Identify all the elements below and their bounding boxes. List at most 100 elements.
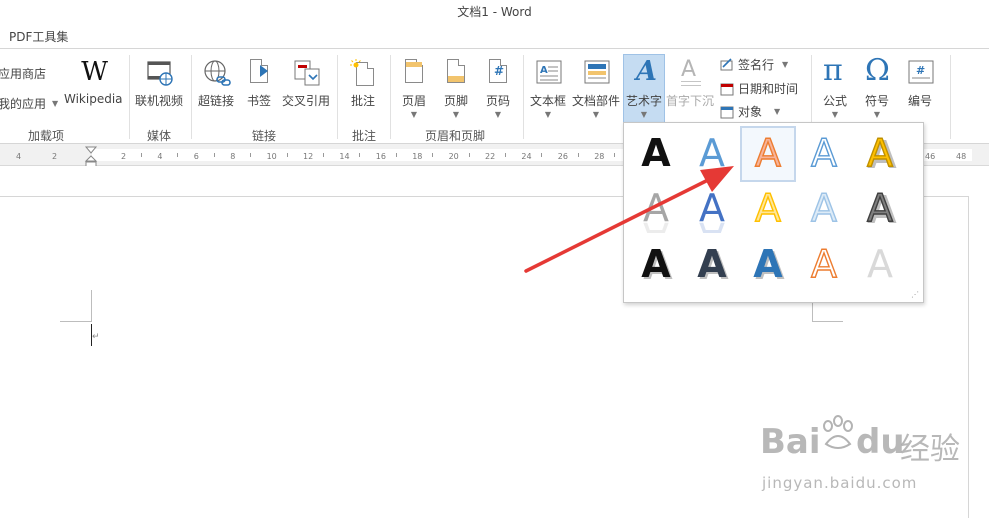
wordart-letter-icon: AA bbox=[641, 242, 673, 288]
wordart-letter-icon: A bbox=[810, 241, 837, 286]
bookmark-label: 书签 bbox=[246, 94, 271, 108]
ruler-tick-mark bbox=[323, 153, 324, 157]
online-video-button[interactable]: 联机视频 bbox=[135, 55, 183, 109]
wordart-letter-icon: A bbox=[810, 185, 837, 230]
ruler-tick-label: 26 bbox=[557, 152, 568, 161]
group-separator bbox=[950, 55, 951, 139]
hyperlink-button[interactable]: 超链接 bbox=[198, 55, 234, 109]
symbol-button[interactable]: Ω 符号 ▼ bbox=[864, 53, 890, 119]
chevron-down-icon: ▼ bbox=[52, 99, 59, 108]
ruler-tick-mark bbox=[577, 153, 579, 157]
footer-button[interactable]: 页脚 ▼ bbox=[443, 55, 469, 119]
wordart-style-option[interactable]: A bbox=[852, 237, 908, 293]
equation-button[interactable]: π 公式 ▼ bbox=[822, 53, 848, 119]
wordart-letter-icon: AA bbox=[643, 186, 669, 233]
tab-pdf-tools[interactable]: PDF工具集 bbox=[9, 28, 68, 45]
margin-corner-mark bbox=[91, 290, 92, 322]
wikipedia-button[interactable]: W Wikipedia bbox=[64, 55, 123, 106]
ruler-tick-mark bbox=[432, 153, 434, 157]
bookmark-button[interactable]: 书签 bbox=[246, 55, 272, 109]
cross-reference-icon bbox=[293, 59, 320, 87]
svg-text:A: A bbox=[540, 65, 548, 76]
cross-reference-button[interactable]: 交叉引用 bbox=[282, 55, 330, 109]
hyperlink-label: 超链接 bbox=[198, 94, 235, 108]
wordart-letter-icon: A bbox=[641, 131, 671, 175]
group-separator bbox=[191, 55, 192, 139]
chevron-down-icon: ▼ bbox=[640, 110, 648, 119]
wordart-gallery: ⋰ AAAAAAAAAAAAAAAAAAAAAA bbox=[623, 122, 924, 303]
drop-cap-label: 首字下沉 bbox=[666, 94, 715, 108]
footer-icon bbox=[443, 59, 469, 87]
my-apps-button[interactable]: 我的应用 ▼ bbox=[0, 95, 58, 112]
svg-text:A: A bbox=[641, 131, 671, 175]
symbol-label: 符号 bbox=[864, 94, 889, 108]
hyperlink-icon bbox=[203, 59, 231, 87]
signature-line-label: 签名行 bbox=[738, 58, 775, 72]
wordart-style-option[interactable]: A bbox=[796, 126, 852, 182]
drop-cap-button[interactable]: A 首字下沉 bbox=[666, 55, 714, 109]
chevron-down-icon: ▼ bbox=[452, 110, 460, 119]
object-button[interactable]: 对象 ▼ bbox=[720, 103, 780, 120]
date-time-button[interactable]: 日期和时间 bbox=[720, 80, 798, 97]
quick-parts-button[interactable]: 文档部件 ▼ bbox=[572, 55, 620, 119]
margin-corner-mark bbox=[60, 321, 91, 322]
svg-text:A: A bbox=[867, 242, 893, 286]
ruler-tick-mark bbox=[614, 153, 616, 157]
svg-text:A: A bbox=[699, 131, 725, 175]
equation-label: 公式 bbox=[822, 94, 847, 108]
ruler-tick-mark bbox=[541, 153, 543, 157]
group-separator bbox=[390, 55, 391, 139]
header-button[interactable]: 页眉 ▼ bbox=[401, 55, 427, 119]
chevron-down-icon: ▼ bbox=[592, 110, 600, 119]
ruler-tick-mark bbox=[213, 153, 215, 157]
group-label-header-footer: 页眉和页脚 bbox=[425, 129, 486, 143]
online-video-label: 联机视频 bbox=[135, 94, 184, 108]
chevron-down-icon: ▼ bbox=[782, 60, 789, 69]
numbering-button[interactable]: # 编号 bbox=[907, 55, 934, 109]
ruler-tick-label: 24 bbox=[521, 152, 532, 161]
svg-text:A: A bbox=[699, 214, 725, 233]
ruler-tick-mark bbox=[359, 153, 361, 157]
resize-grip-icon[interactable]: ⋰ bbox=[911, 290, 919, 299]
wordart-style-option[interactable]: AA bbox=[684, 181, 740, 237]
text-box-icon: A bbox=[535, 59, 562, 87]
wordart-letter-icon: A bbox=[810, 130, 837, 175]
numbering-icon: # bbox=[907, 59, 934, 87]
svg-text:A: A bbox=[641, 242, 671, 286]
wordart-style-option[interactable]: AA bbox=[628, 181, 684, 237]
ruler-tick-mark bbox=[395, 153, 397, 157]
ruler-tick-mark bbox=[177, 153, 179, 157]
app-store-button[interactable]: 应用商店 bbox=[0, 65, 46, 82]
svg-text:A: A bbox=[755, 186, 781, 230]
quick-parts-label: 文档部件 bbox=[572, 94, 621, 108]
ruler-tick-label: 6 bbox=[193, 152, 199, 161]
wordart-style-option[interactable]: A bbox=[740, 181, 796, 237]
wordart-style-option[interactable]: A bbox=[796, 237, 852, 293]
wordart-style-option[interactable]: AA bbox=[852, 181, 908, 237]
wordart-style-option[interactable]: AA bbox=[740, 237, 796, 293]
watermark-brand-cn: 经验 bbox=[900, 432, 960, 467]
page-number-button[interactable]: # 页码 ▼ bbox=[485, 55, 511, 119]
quick-parts-icon bbox=[583, 59, 610, 87]
wordart-button[interactable]: A 艺术字 ▼ bbox=[623, 54, 665, 124]
wordart-style-option[interactable]: A bbox=[796, 181, 852, 237]
indent-marker-icon[interactable] bbox=[84, 146, 98, 168]
wordart-style-option[interactable]: A bbox=[740, 126, 796, 182]
new-comment-button[interactable]: 批注 bbox=[350, 55, 376, 109]
tab-row: PDF工具集 bbox=[0, 24, 989, 48]
text-box-button[interactable]: A 文本框 ▼ bbox=[530, 55, 566, 119]
wordart-style-option[interactable]: AA bbox=[628, 237, 684, 293]
ruler-tick-label: 10 bbox=[266, 152, 277, 161]
wordart-style-option[interactable]: A bbox=[628, 126, 684, 182]
group-label-media: 媒体 bbox=[147, 129, 172, 143]
wordart-style-option[interactable]: A bbox=[684, 126, 740, 182]
text-box-label: 文本框 bbox=[530, 94, 567, 108]
ruler-tick-mark bbox=[286, 153, 288, 157]
svg-text:A: A bbox=[811, 131, 837, 175]
bookmark-icon bbox=[246, 59, 272, 87]
wordart-style-option[interactable]: AA bbox=[852, 126, 908, 182]
svg-text:#: # bbox=[916, 64, 925, 77]
group-separator bbox=[523, 55, 524, 139]
wordart-style-option[interactable]: AA bbox=[684, 237, 740, 293]
signature-line-button[interactable]: 签名行 ▼ bbox=[720, 56, 788, 73]
